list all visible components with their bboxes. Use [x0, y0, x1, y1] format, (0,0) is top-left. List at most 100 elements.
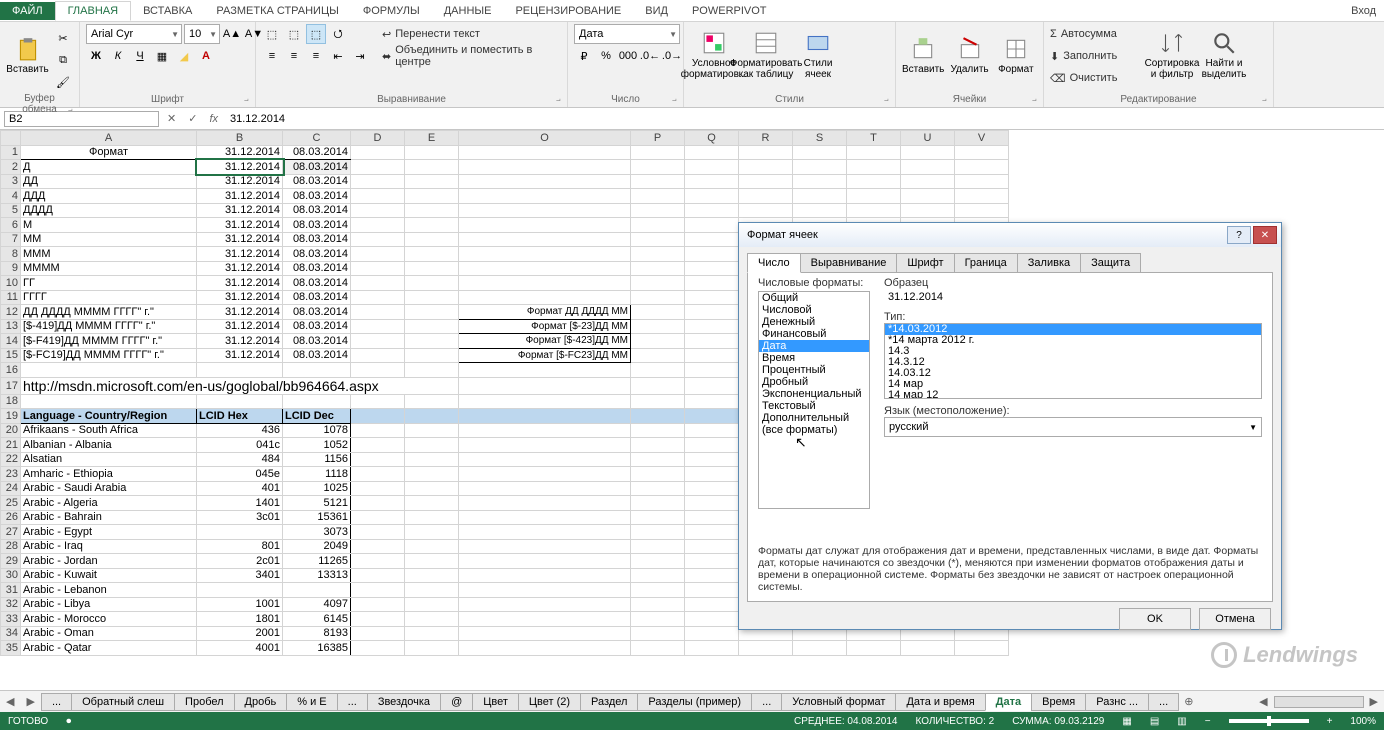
table-row[interactable]: 35Arabic - Qatar400116385: [1, 641, 1009, 656]
cell[interactable]: [685, 452, 739, 467]
category-item[interactable]: Время: [759, 352, 869, 364]
row-header[interactable]: 10: [1, 276, 21, 291]
row-header[interactable]: 27: [1, 525, 21, 540]
row-header[interactable]: 9: [1, 261, 21, 276]
cell[interactable]: [459, 554, 631, 569]
cell[interactable]: 08.03.2014: [283, 160, 351, 175]
cell[interactable]: 08.03.2014: [283, 247, 351, 262]
cell[interactable]: [847, 145, 901, 160]
cell[interactable]: 08.03.2014: [283, 145, 351, 160]
cell[interactable]: 31.12.2014: [197, 189, 283, 204]
cell[interactable]: [351, 423, 405, 438]
indent-inc-icon[interactable]: ⇥: [350, 46, 370, 66]
cell[interactable]: [405, 363, 459, 378]
type-item[interactable]: *14 марта 2012 г.: [885, 335, 1261, 346]
cell[interactable]: 401: [197, 481, 283, 496]
row-header[interactable]: 19: [1, 409, 21, 424]
dialog-close-icon[interactable]: ✕: [1253, 226, 1277, 244]
cell[interactable]: Arabic - Iraq: [21, 539, 197, 554]
cell[interactable]: [631, 641, 685, 656]
cell[interactable]: 08.03.2014: [283, 218, 351, 233]
cell[interactable]: 4001: [197, 641, 283, 656]
col-header[interactable]: C: [283, 131, 351, 146]
row-header[interactable]: 16: [1, 363, 21, 378]
scroll-right-icon[interactable]: ▶: [1364, 695, 1384, 708]
cell[interactable]: [739, 641, 793, 656]
cell[interactable]: LCID Dec: [283, 409, 351, 424]
cell[interactable]: [351, 496, 405, 511]
cell[interactable]: [685, 583, 739, 598]
cell[interactable]: 31.12.2014: [197, 218, 283, 233]
table-row[interactable]: 4ДДД31.12.201408.03.2014: [1, 189, 1009, 204]
cell[interactable]: [631, 319, 685, 334]
cell[interactable]: 484: [197, 452, 283, 467]
cell[interactable]: 4097: [283, 597, 351, 612]
cell[interactable]: [351, 363, 405, 378]
cell[interactable]: [685, 276, 739, 291]
cell[interactable]: [847, 203, 901, 218]
cell[interactable]: 041c: [197, 438, 283, 453]
row-header[interactable]: 30: [1, 568, 21, 583]
cell[interactable]: [739, 189, 793, 204]
row-header[interactable]: 13: [1, 319, 21, 334]
row-header[interactable]: 4: [1, 189, 21, 204]
cell[interactable]: [901, 174, 955, 189]
row-header[interactable]: 11: [1, 290, 21, 305]
cell[interactable]: [459, 525, 631, 540]
sheet-nav-prev-icon[interactable]: ▶: [20, 695, 40, 708]
fill-color-button[interactable]: ◢: [174, 46, 194, 66]
cell[interactable]: [405, 409, 459, 424]
cell[interactable]: [405, 290, 459, 305]
find-select-button[interactable]: Найти и выделить: [1200, 24, 1248, 86]
copy-icon[interactable]: ⧉: [53, 50, 73, 70]
cell[interactable]: [901, 189, 955, 204]
cell[interactable]: [351, 452, 405, 467]
new-sheet-button[interactable]: ⊕: [1178, 695, 1199, 708]
cell[interactable]: [459, 363, 631, 378]
category-item[interactable]: Числовой: [759, 304, 869, 316]
col-header[interactable]: P: [631, 131, 685, 146]
cell[interactable]: 31.12.2014: [197, 305, 283, 320]
cell[interactable]: [685, 348, 739, 363]
cell[interactable]: [685, 189, 739, 204]
sheet-tab[interactable]: Разделы (пример): [637, 693, 752, 711]
cell[interactable]: [405, 319, 459, 334]
cell[interactable]: [847, 160, 901, 175]
cell[interactable]: [459, 467, 631, 482]
cell[interactable]: 31.12.2014: [197, 276, 283, 291]
cell[interactable]: [685, 394, 739, 409]
cell[interactable]: [459, 452, 631, 467]
cell[interactable]: [459, 276, 631, 291]
row-header[interactable]: 34: [1, 626, 21, 641]
sort-filter-button[interactable]: Сортировка и фильтр: [1148, 24, 1196, 86]
cell[interactable]: [631, 626, 685, 641]
zoom-out-icon[interactable]: −: [1205, 716, 1211, 727]
col-header[interactable]: S: [793, 131, 847, 146]
cell[interactable]: [405, 568, 459, 583]
cell[interactable]: [459, 290, 631, 305]
cell[interactable]: [631, 363, 685, 378]
cell[interactable]: ДДДД: [21, 203, 197, 218]
category-item[interactable]: Дата: [759, 340, 869, 352]
cell[interactable]: 1401: [197, 496, 283, 511]
row-header[interactable]: 28: [1, 539, 21, 554]
cancel-entry-icon[interactable]: ✕: [163, 112, 180, 125]
cell[interactable]: Arabic - Algeria: [21, 496, 197, 511]
cell[interactable]: [685, 467, 739, 482]
cell[interactable]: [793, 174, 847, 189]
cell[interactable]: [$-419]ДД ММММ ГГГГ" г.": [21, 319, 197, 334]
cell[interactable]: [685, 290, 739, 305]
comma-icon[interactable]: 000: [618, 46, 638, 66]
cell[interactable]: [459, 481, 631, 496]
cell[interactable]: [405, 174, 459, 189]
row-header[interactable]: 35: [1, 641, 21, 656]
cell[interactable]: [405, 423, 459, 438]
row-header[interactable]: 18: [1, 394, 21, 409]
cell[interactable]: [$-FC19]ДД ММММ ГГГГ" г.": [21, 348, 197, 363]
format-painter-icon[interactable]: 🖌: [53, 72, 73, 92]
cell[interactable]: [459, 641, 631, 656]
col-header[interactable]: E: [405, 131, 459, 146]
col-header[interactable]: O: [459, 131, 631, 146]
category-list[interactable]: ОбщийЧисловойДенежныйФинансовыйДатаВремя…: [758, 291, 870, 509]
row-header[interactable]: 20: [1, 423, 21, 438]
